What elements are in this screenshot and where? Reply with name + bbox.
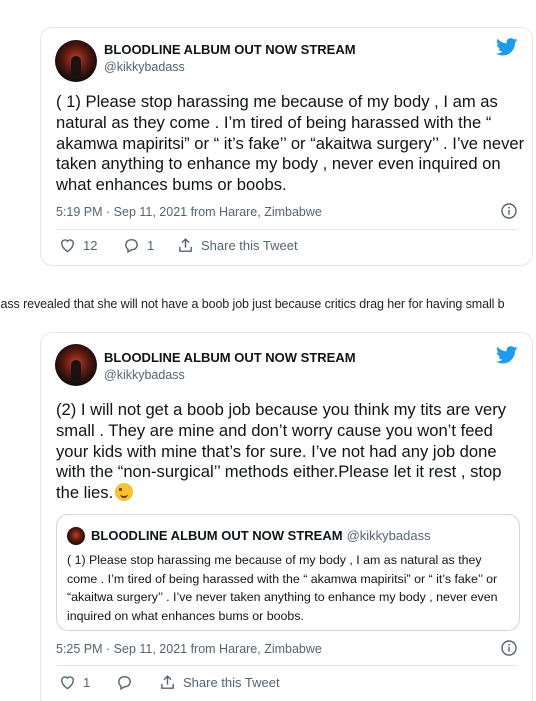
reply-button[interactable] (116, 674, 133, 691)
like-count: 12 (83, 238, 98, 253)
share-button[interactable]: Share this Tweet (177, 237, 298, 254)
tweet-timestamp[interactable]: 5:25 PM · Sep 11, 2021 from Harare, Zimb… (56, 642, 322, 656)
share-label: Share this Tweet (183, 675, 280, 690)
reply-icon (125, 239, 138, 254)
reply-icon (118, 676, 131, 691)
avatar[interactable] (55, 344, 97, 386)
user-handle[interactable]: @kikkybadass (104, 60, 185, 74)
article-caption: badass revealed that she will not have a… (0, 297, 536, 317)
quoted-text: ( 1) Please stop harassing me because of… (67, 553, 498, 623)
like-button[interactable]: 1 (59, 674, 90, 691)
display-name[interactable]: BLOODLINE ALBUM OUT NOW STREAM (104, 42, 356, 57)
share-icon (179, 238, 192, 252)
tweet-text: (2) I will not get a boob job because yo… (56, 400, 526, 504)
display-name[interactable]: BLOODLINE ALBUM OUT NOW STREAM (104, 350, 356, 365)
user-handle[interactable]: @kikkybadass (104, 368, 185, 382)
caption-text: badass revealed that she will not have a… (0, 297, 505, 311)
like-button[interactable]: 12 (59, 237, 97, 254)
tweet-card-1[interactable]: BLOODLINE ALBUM OUT NOW STREAM @kikkybad… (40, 27, 533, 266)
tweet-timestamp[interactable]: 5:19 PM · Sep 11, 2021 from Harare, Zimb… (56, 205, 322, 219)
quoted-name-text: BLOODLINE ALBUM OUT NOW STREAM (91, 528, 343, 543)
winking-face-icon (115, 483, 134, 502)
tweet-text: ( 1) Please stop harassing me because of… (56, 92, 525, 195)
share-icon (161, 675, 174, 689)
twitter-bird-icon[interactable] (496, 38, 518, 56)
avatar[interactable] (67, 527, 85, 545)
divider (56, 229, 517, 230)
twitter-bird-icon[interactable] (496, 346, 518, 364)
info-icon[interactable] (501, 203, 517, 219)
reply-count: 1 (147, 238, 155, 253)
share-label: Share this Tweet (201, 238, 298, 253)
divider (56, 665, 517, 666)
quoted-tweet[interactable]: BLOODLINE ALBUM OUT NOW STREAM @kikkybada… (56, 514, 520, 631)
quoted-handle: @kikkybadass (346, 528, 431, 543)
quoted-display-name[interactable]: BLOODLINE ALBUM OUT NOW STREAM @kikkybada… (91, 528, 431, 543)
heart-icon (61, 239, 74, 253)
like-count: 1 (83, 675, 91, 690)
reply-button[interactable]: 1 (123, 237, 154, 254)
info-icon[interactable] (501, 640, 517, 656)
share-button[interactable]: Share this Tweet (159, 674, 280, 691)
heart-icon (61, 676, 74, 690)
avatar[interactable] (55, 40, 97, 82)
